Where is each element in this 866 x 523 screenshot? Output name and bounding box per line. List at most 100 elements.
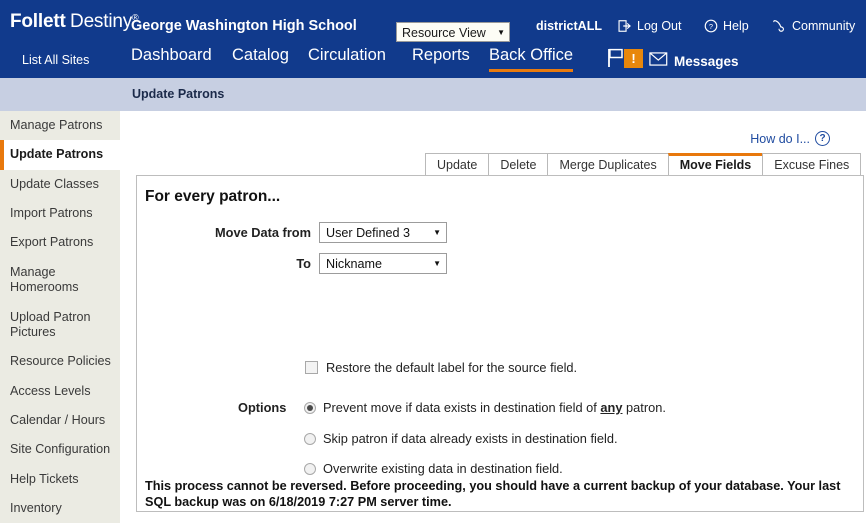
move-data-to-label: To	[296, 256, 311, 271]
sidebar-item-label: Site Configuration	[10, 442, 111, 457]
tab-bar: Update Delete Merge Duplicates Move Fields E…	[425, 153, 862, 176]
option-radio-row-3[interactable]: Overwrite existing data in destination f…	[304, 461, 563, 476]
sidebar-item-label: Resource Policies	[10, 354, 111, 369]
tab-delete[interactable]: Delete	[488, 153, 548, 176]
messages-link[interactable]: Messages	[649, 52, 739, 71]
move-data-from-row: Move Data from User Defined 3 ▼	[193, 222, 447, 243]
sidebar-item-label: Update Classes	[10, 176, 99, 191]
tab-label: Move Fields	[679, 158, 752, 172]
nav-item-label: Back Office	[489, 46, 574, 64]
chevron-down-icon: ▼	[497, 28, 505, 37]
move-data-to-row: To Nickname ▼	[193, 253, 447, 274]
brand-destiny-text: Destiny	[70, 11, 133, 32]
sidebar-item-label: Update Patrons	[10, 147, 104, 162]
sidebar-item-import-patrons[interactable]: Import Patrons	[0, 199, 120, 228]
tab-label: Delete	[500, 158, 537, 172]
sidebar-item-update-patrons[interactable]: Update Patrons	[0, 140, 120, 171]
how-do-i-label: How do I...	[750, 131, 810, 146]
sidebar-item-upload-patron-pictures[interactable]: Upload Patron Pictures	[0, 303, 120, 348]
how-do-i-link[interactable]: How do I... ?	[750, 131, 830, 146]
breadcrumb-bar: Update Patrons	[0, 78, 866, 111]
restore-default-label-row[interactable]: Restore the default label for the source…	[305, 360, 577, 375]
chevron-down-icon: ▼	[433, 259, 441, 268]
logout-link[interactable]: Log Out	[618, 19, 681, 33]
option-radio-row-2[interactable]: Skip patron if data already exists in de…	[304, 431, 618, 446]
sidebar-item-manage-patrons[interactable]: Manage Patrons	[0, 111, 120, 140]
sidebar-item-update-classes[interactable]: Update Classes	[0, 170, 120, 199]
school-name: George Washington High School	[131, 18, 357, 34]
community-link[interactable]: Community	[772, 19, 855, 33]
sidebar-item-label: Import Patrons	[10, 206, 93, 221]
sidebar-item-label: Manage Patrons	[10, 118, 103, 132]
move-data-to-value: Nickname	[326, 256, 382, 271]
option-radio-1[interactable]	[304, 402, 316, 414]
move-data-from-select[interactable]: User Defined 3 ▼	[319, 222, 447, 243]
chevron-down-icon: ▼	[433, 228, 441, 237]
sidebar-item-inventory[interactable]: Inventory	[0, 494, 120, 523]
option-label-pre: Skip patron if data already exists in de…	[323, 431, 618, 446]
messages-label: Messages	[674, 54, 739, 69]
nav-item-circulation[interactable]: Circulation	[308, 46, 386, 69]
move-data-to-select[interactable]: Nickname ▼	[319, 253, 447, 274]
tab-label: Excuse Fines	[774, 158, 850, 172]
nav-item-dashboard[interactable]: Dashboard	[131, 46, 212, 69]
tab-excuse-fines[interactable]: Excuse Fines	[762, 153, 862, 176]
option-radio-3[interactable]	[304, 463, 316, 475]
breadcrumb: Update Patrons	[132, 87, 225, 101]
tab-merge-duplicates[interactable]: Merge Duplicates	[547, 153, 668, 176]
tab-label: Merge Duplicates	[559, 158, 657, 172]
resource-view-label: Resource View	[402, 25, 486, 40]
panel-title: For every patron...	[145, 188, 281, 205]
sidebar-item-label: Upload Patron Pictures	[10, 309, 91, 339]
options-label: Options	[238, 400, 287, 415]
sidebar-item-label: Manage Homerooms	[10, 264, 79, 295]
nav-item-label: Reports	[412, 46, 470, 64]
nav-item-reports[interactable]: Reports	[412, 46, 470, 69]
brand-follett-text: Follett	[10, 11, 66, 32]
sidebar-item-calendar-hours[interactable]: Calendar / Hours	[0, 406, 120, 435]
option-radio-2[interactable]	[304, 433, 316, 445]
help-label: Help	[723, 19, 749, 33]
sidebar-item-label: Inventory	[10, 501, 62, 516]
nav-item-label: Catalog	[232, 46, 289, 64]
restore-default-label-checkbox[interactable]	[305, 361, 318, 374]
nav-item-back-office[interactable]: Back Office	[489, 46, 574, 72]
destiny-app-window: Follett Destiny® George Washington High …	[0, 0, 866, 523]
sidebar-item-manage-homerooms[interactable]: Manage Homerooms	[0, 258, 120, 303]
logout-label: Log Out	[637, 19, 682, 33]
question-circle-icon: ?	[815, 131, 830, 146]
flag-alert-button[interactable]: !	[606, 47, 650, 69]
option-radio-row-1[interactable]: Prevent move if data exists in destinati…	[304, 400, 666, 415]
restore-default-label-text: Restore the default label for the source…	[326, 360, 578, 375]
move-fields-panel: For every patron... Move Data from User …	[136, 175, 864, 512]
tab-label: Update	[437, 158, 478, 172]
option-label-1: Prevent move if data exists in destinati…	[323, 400, 666, 415]
sidebar-item-access-levels[interactable]: Access Levels	[0, 377, 120, 406]
tab-update[interactable]: Update	[425, 153, 489, 176]
help-link[interactable]: ? Help	[704, 19, 749, 33]
option-label-emphasis: any	[600, 400, 623, 415]
envelope-icon	[649, 52, 668, 71]
tab-move-fields[interactable]: Move Fields	[667, 153, 763, 176]
list-all-sites-link[interactable]: List All Sites	[22, 53, 89, 67]
nav-item-label: Dashboard	[131, 46, 212, 64]
nav-item-catalog[interactable]: Catalog	[232, 46, 289, 69]
community-icon	[772, 19, 787, 33]
top-header-bar: Follett Destiny® George Washington High …	[0, 0, 866, 78]
sidebar-item-label: Export Patrons	[10, 235, 94, 250]
sidebar-item-export-patrons[interactable]: Export Patrons	[0, 228, 120, 257]
sidebar-item-resource-policies[interactable]: Resource Policies	[0, 347, 120, 376]
nav-item-label: Circulation	[308, 46, 386, 64]
option-label-pre: Overwrite existing data in destination f…	[323, 461, 563, 476]
option-label-pre: Prevent move if data exists in destinati…	[323, 400, 601, 415]
sidebar-item-label: Access Levels	[10, 383, 91, 398]
sidebar-item-help-tickets[interactable]: Help Tickets	[0, 465, 120, 494]
alert-badge: !	[624, 49, 643, 68]
question-circle-icon: ?	[704, 19, 718, 33]
move-data-from-label: Move Data from	[215, 225, 311, 240]
warning-text: This process cannot be reversed. Before …	[145, 479, 841, 510]
resource-view-dropdown[interactable]: Resource View ▼	[396, 22, 510, 42]
sidebar-item-label: Calendar / Hours	[10, 412, 106, 427]
sidebar-item-site-configuration[interactable]: Site Configuration	[0, 435, 120, 464]
follett-destiny-logo: Follett Destiny®	[10, 12, 139, 31]
